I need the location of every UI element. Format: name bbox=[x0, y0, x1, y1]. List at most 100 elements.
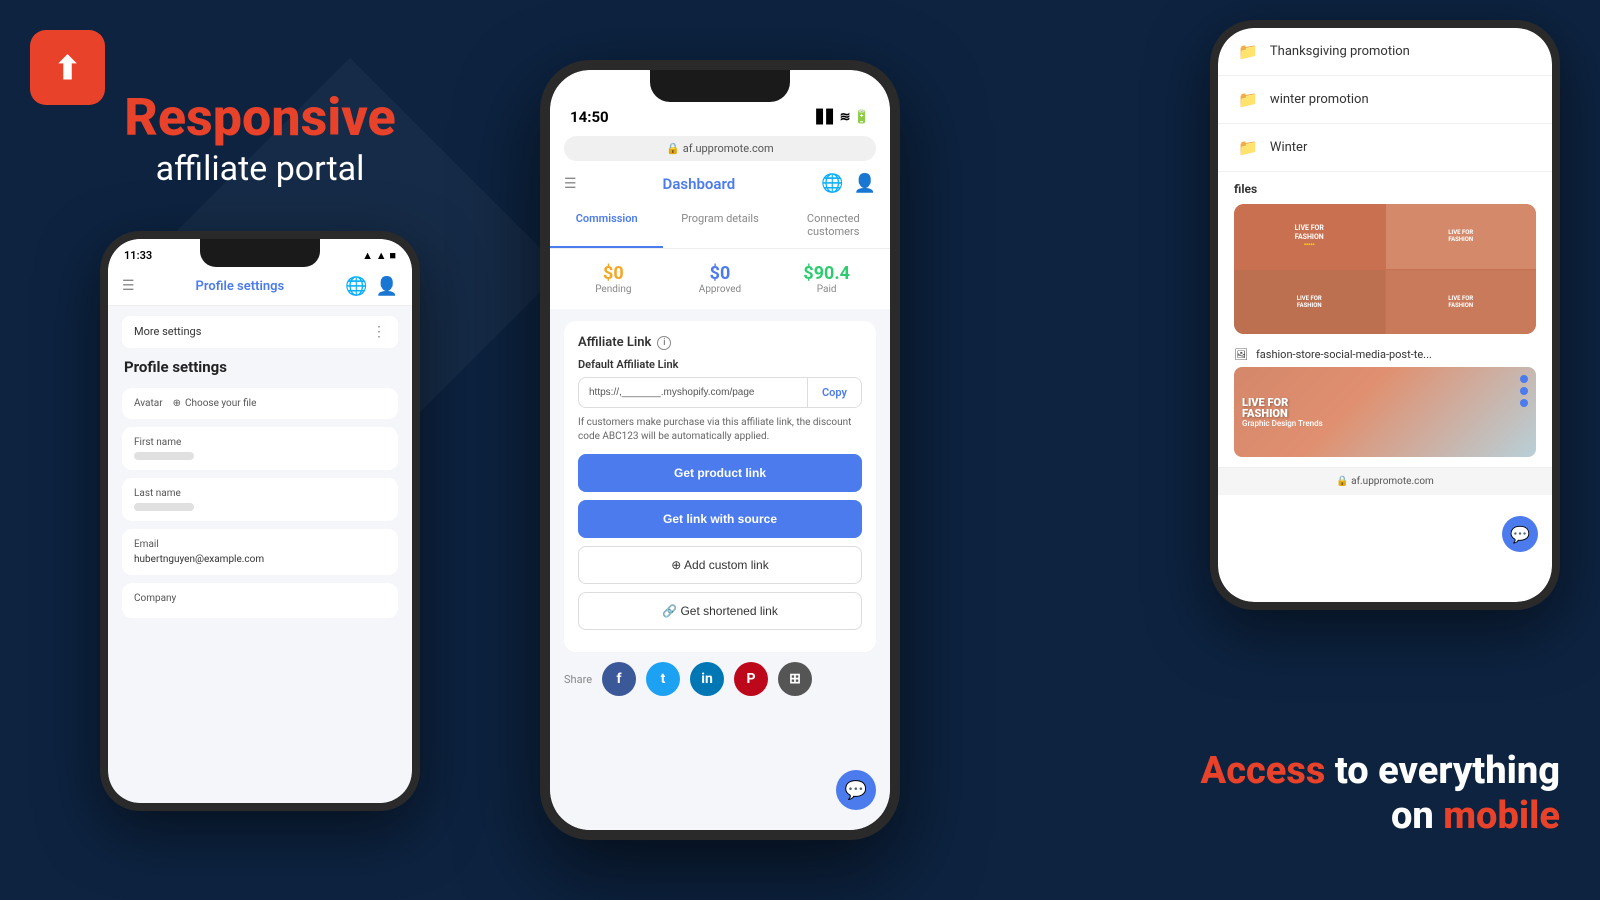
last-name-label: Last name bbox=[134, 488, 386, 499]
center-chat-bubble[interactable]: 💬 bbox=[836, 770, 876, 810]
access-red-text: Access bbox=[1201, 749, 1326, 793]
center-status-icons: ▋▋ ≋ 🔋 bbox=[816, 110, 870, 125]
center-header: ☰ Dashboard 🌐 👤 bbox=[550, 165, 890, 202]
folder-thanksgiving[interactable]: 📁 Thanksgiving promotion bbox=[1218, 28, 1552, 76]
center-user-icon[interactable]: 👤 bbox=[854, 173, 876, 194]
banner-dots bbox=[1520, 375, 1528, 407]
center-body: Affiliate Link i Default Affiliate Link … bbox=[550, 309, 890, 830]
file-name-label: fashion-store-social-media-post-te... bbox=[1256, 348, 1432, 361]
headline-responsive: Responsive bbox=[124, 89, 396, 146]
folder-winter-promo-label: winter promotion bbox=[1270, 92, 1369, 107]
right-lock-icon: 🔒 bbox=[1336, 476, 1351, 487]
folder-icon-3: 📁 bbox=[1238, 138, 1258, 157]
tab-commission[interactable]: Commission bbox=[550, 202, 663, 248]
right-section: 📁 Thanksgiving promotion 📁 winter promot… bbox=[1000, 0, 1600, 900]
share-row: Share f t in P ⊞ bbox=[564, 662, 876, 696]
pending-value: $0 bbox=[564, 263, 663, 284]
center-url-bar[interactable]: 🔒 af.uppromote.com bbox=[564, 136, 876, 161]
center-notch bbox=[650, 70, 790, 102]
user-icon[interactable]: 👤 bbox=[376, 276, 398, 297]
more-settings-row[interactable]: More settings ⋮ bbox=[122, 316, 398, 348]
email-value: hubertnguyen@example.com bbox=[134, 554, 386, 565]
headline: Responsive affiliate portal bbox=[124, 89, 396, 190]
image-file-icon: 🖼 bbox=[1234, 348, 1248, 361]
get-shortened-link-button[interactable]: 🔗 Get shortened link bbox=[578, 592, 862, 630]
folder-icon-1: 📁 bbox=[1238, 42, 1258, 61]
to-everything-text: to everything bbox=[1335, 749, 1560, 793]
tab-program[interactable]: Program details bbox=[663, 202, 776, 248]
link-input[interactable] bbox=[579, 379, 807, 406]
folder-winter-promo[interactable]: 📁 winter promotion bbox=[1218, 76, 1552, 124]
avatar-label: Avatar bbox=[134, 398, 163, 409]
twitter-share-button[interactable]: t bbox=[646, 662, 680, 696]
center-stats: $0 Pending $0 Approved $90.4 Paid bbox=[550, 249, 890, 309]
folder-winter-label: Winter bbox=[1270, 140, 1307, 155]
facebook-share-button[interactable]: f bbox=[602, 662, 636, 696]
left-header: ☰ Profile settings 🌐 👤 bbox=[108, 268, 412, 306]
link-icon: 🔗 bbox=[662, 604, 680, 618]
banner-live-fashion: LIVE FORFASHION bbox=[1242, 397, 1323, 419]
left-status-icons: ▲ ▲ ■ bbox=[362, 249, 396, 262]
choose-file-label: Choose your file bbox=[185, 398, 256, 409]
pinterest-share-button[interactable]: P bbox=[734, 662, 768, 696]
company-label: Company bbox=[134, 593, 386, 604]
left-phone: 11:33 ▲ ▲ ■ ☰ Profile settings 🌐 👤 More … bbox=[100, 231, 420, 811]
center-globe-icon[interactable]: 🌐 bbox=[821, 173, 843, 194]
paid-label: Paid bbox=[777, 284, 876, 295]
center-time: 14:50 bbox=[570, 108, 609, 126]
center-section: 14:50 ▋▋ ≋ 🔋 🔒 af.uppromote.com ☰ Dashbo… bbox=[480, 0, 960, 900]
company-card: Company bbox=[122, 583, 398, 618]
right-url-text: af.uppromote.com bbox=[1351, 476, 1434, 487]
first-name-input[interactable] bbox=[134, 452, 194, 460]
folder-winter[interactable]: 📁 Winter bbox=[1218, 124, 1552, 172]
affiliate-link-title: Affiliate Link i bbox=[578, 335, 862, 350]
left-phone-screen: 11:33 ▲ ▲ ■ ☰ Profile settings 🌐 👤 More … bbox=[108, 239, 412, 803]
paid-value: $90.4 bbox=[777, 263, 876, 284]
folder-list: 📁 Thanksgiving promotion 📁 winter promot… bbox=[1218, 28, 1552, 172]
add-custom-link-button[interactable]: ⊕ Add custom link bbox=[578, 546, 862, 584]
fashion-cell-4: LIVE FORFASHION bbox=[1386, 270, 1537, 335]
get-link-source-button[interactable]: Get link with source bbox=[578, 500, 862, 538]
mobile-label: mobile bbox=[1443, 794, 1560, 838]
folder-thanksgiving-label: Thanksgiving promotion bbox=[1270, 44, 1410, 59]
approved-value: $0 bbox=[671, 263, 770, 284]
left-header-title: Profile settings bbox=[196, 279, 285, 294]
center-dashboard-title: Dashboard bbox=[663, 175, 736, 193]
copy-button[interactable]: Copy bbox=[807, 378, 861, 407]
banner-sub: Graphic Design Trends bbox=[1242, 419, 1323, 428]
affiliate-info-icon[interactable]: i bbox=[657, 336, 671, 350]
pending-label: Pending bbox=[564, 284, 663, 295]
left-phone-notch bbox=[200, 239, 320, 267]
last-name-input[interactable] bbox=[134, 503, 194, 511]
center-url: af.uppromote.com bbox=[683, 142, 774, 155]
qr-share-button[interactable]: ⊞ bbox=[778, 662, 812, 696]
tab-connected[interactable]: Connected customers bbox=[777, 202, 890, 248]
stat-approved: $0 Approved bbox=[671, 263, 770, 295]
affiliate-link-section: Affiliate Link i Default Affiliate Link … bbox=[564, 321, 876, 652]
fashion-cell-2: LIVE FORFASHION bbox=[1386, 204, 1537, 269]
right-chat-bubble[interactable]: 💬 bbox=[1502, 516, 1538, 552]
center-hamburger-icon[interactable]: ☰ bbox=[564, 176, 577, 192]
right-phone-screen: 📁 Thanksgiving promotion 📁 winter promot… bbox=[1218, 28, 1552, 602]
more-settings-label: More settings bbox=[134, 325, 201, 338]
choose-file-btn[interactable]: ⊕ Choose your file bbox=[173, 398, 257, 409]
right-phone: 📁 Thanksgiving promotion 📁 winter promot… bbox=[1210, 20, 1560, 610]
get-product-link-button[interactable]: Get product link bbox=[578, 454, 862, 492]
fashion-cell-1: LIVE FORFASHION ▪▪▪▪▪ bbox=[1234, 204, 1385, 269]
hamburger-icon[interactable]: ☰ bbox=[122, 278, 135, 294]
fashion-cell-3: LIVE FORFASHION bbox=[1234, 270, 1385, 335]
globe-icon[interactable]: 🌐 bbox=[345, 276, 367, 297]
more-settings-dots[interactable]: ⋮ bbox=[372, 324, 386, 340]
center-phone: 14:50 ▋▋ ≋ 🔋 🔒 af.uppromote.com ☰ Dashbo… bbox=[540, 60, 900, 840]
fashion-grid: LIVE FORFASHION ▪▪▪▪▪ LIVE FORFASHION LI… bbox=[1234, 204, 1536, 334]
stat-paid: $90.4 Paid bbox=[777, 263, 876, 295]
access-line-1: Access to everything bbox=[1201, 749, 1560, 795]
bottom-right-text: Access to everything on mobile bbox=[1201, 749, 1560, 840]
email-label: Email bbox=[134, 539, 386, 550]
profile-settings-title: Profile settings bbox=[122, 358, 398, 376]
banner-image: LIVE FORFASHION Graphic Design Trends bbox=[1234, 367, 1536, 457]
on-text: on bbox=[1391, 794, 1434, 838]
files-title: files bbox=[1234, 182, 1536, 196]
linkedin-share-button[interactable]: in bbox=[690, 662, 724, 696]
first-name-card: First name bbox=[122, 427, 398, 470]
